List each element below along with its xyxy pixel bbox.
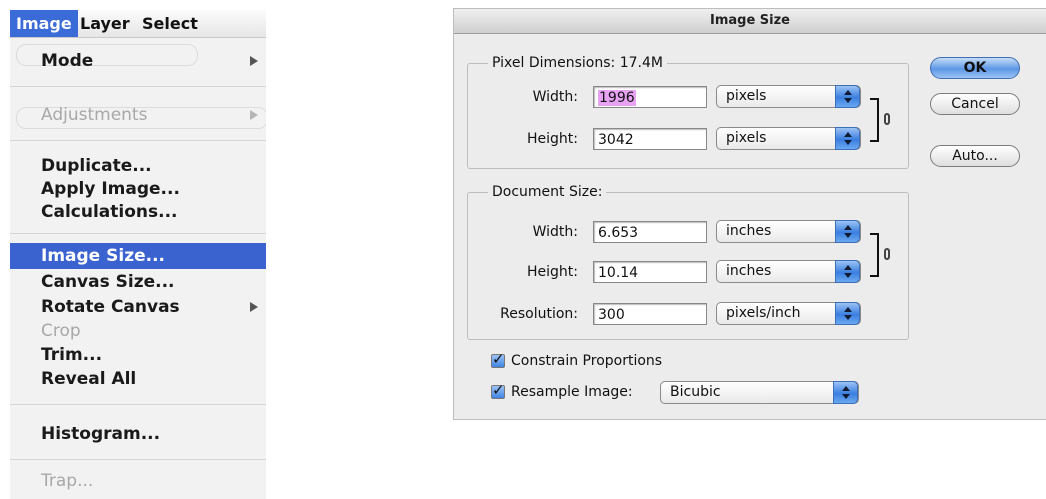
pixel-dimensions-label: Pixel Dimensions:: [492, 55, 616, 71]
menu-item-label: Histogram...: [41, 424, 161, 444]
pixel-height-unit-select[interactable]: pixels: [716, 127, 861, 150]
pixel-height-unit: pixels: [726, 130, 767, 146]
resolution-value: 300: [598, 307, 625, 323]
popup-arrows-icon: [833, 381, 858, 404]
constrain-proportions-checkbox[interactable]: [491, 350, 505, 368]
menu-item-label: Image Size...: [41, 246, 165, 266]
menu-separator: [10, 404, 266, 405]
menubar-item-layer[interactable]: Layer: [74, 10, 136, 37]
menu-bar: Image Layer Select: [10, 10, 266, 38]
menubar-item-select[interactable]: Select: [136, 10, 204, 37]
resample-method-select[interactable]: Bicubic: [660, 381, 859, 404]
resolution-unit: pixels/inch: [726, 305, 801, 321]
constrain-bracket-icon: [870, 98, 879, 142]
menu-item-label: Adjustments: [41, 105, 148, 125]
auto-button[interactable]: Auto...: [930, 145, 1020, 167]
doc-height-unit-select[interactable]: inches: [716, 260, 861, 283]
link-chain-icon: [884, 248, 890, 260]
pixel-height-label: Height:: [527, 131, 578, 147]
image-menu-panel: Image Layer Select Mode Adjustments Dupl…: [10, 10, 266, 499]
constrain-proportions-label[interactable]: Constrain Proportions: [511, 352, 662, 370]
menu-item-trim[interactable]: Trim...: [10, 342, 266, 368]
resolution-unit-select[interactable]: pixels/inch: [716, 302, 861, 325]
pixel-dimensions-group: [467, 63, 909, 169]
menu-item-label: Calculations...: [41, 202, 178, 222]
menu-separator: [10, 140, 266, 141]
menu-separator: [10, 459, 266, 460]
menu-item-label: Trim...: [41, 345, 103, 365]
menu-item-adjustments: Adjustments: [10, 102, 266, 128]
doc-width-label: Width:: [532, 224, 578, 240]
menu-item-label: Crop: [41, 321, 81, 341]
pixel-width-unit: pixels: [726, 88, 767, 104]
doc-height-label: Height:: [527, 264, 578, 280]
constrain-bracket-icon: [870, 233, 879, 277]
menu-separator: [10, 233, 266, 234]
popup-arrows-icon: [835, 220, 860, 243]
resample-method-value: Bicubic: [670, 384, 721, 400]
resolution-field[interactable]: 300: [593, 303, 707, 325]
document-size-title: Document Size:: [488, 183, 607, 201]
menu-item-rotate-canvas[interactable]: Rotate Canvas: [10, 294, 266, 320]
menu-item-mode[interactable]: Mode: [10, 48, 266, 74]
menu-item-canvas-size[interactable]: Canvas Size...: [10, 269, 266, 295]
resample-image-checkbox[interactable]: [491, 381, 505, 399]
dialog-title: Image Size: [454, 9, 1046, 34]
submenu-arrow-icon: [250, 110, 258, 120]
doc-height-value: 10.14: [598, 265, 639, 281]
menubar-item-image[interactable]: Image: [10, 10, 78, 37]
pixel-width-value: 1996: [598, 90, 636, 106]
doc-width-unit-select[interactable]: inches: [716, 220, 861, 243]
pixel-height-value: 3042: [598, 132, 634, 148]
menu-item-label: Reveal All: [41, 369, 137, 389]
resolution-label: Resolution:: [500, 306, 578, 322]
menu-item-label: Canvas Size...: [41, 272, 175, 292]
popup-arrows-icon: [835, 85, 860, 108]
pixel-dimensions-title: Pixel Dimensions: 17.4M: [488, 54, 667, 72]
pixel-width-unit-select[interactable]: pixels: [716, 85, 861, 108]
doc-height-unit: inches: [726, 263, 772, 279]
menu-item-calculations[interactable]: Calculations...: [10, 199, 266, 225]
submenu-arrow-icon: [250, 302, 258, 312]
menu-separator: [10, 86, 266, 87]
menu-item-crop: Crop: [10, 318, 266, 344]
resample-image-label[interactable]: Resample Image:: [511, 383, 633, 401]
pixel-dimensions-size: 17.4M: [619, 55, 663, 71]
pixel-width-label: Width:: [532, 89, 578, 105]
popup-arrows-icon: [835, 260, 860, 283]
menu-item-image-size[interactable]: Image Size...: [10, 243, 266, 269]
popup-arrows-icon: [835, 127, 860, 150]
image-size-dialog: Image Size Pixel Dimensions: 17.4M Width…: [453, 8, 1046, 420]
menu-item-label: Mode: [41, 51, 94, 71]
cancel-button[interactable]: Cancel: [930, 93, 1020, 115]
popup-arrows-icon: [835, 302, 860, 325]
pixel-height-field[interactable]: 3042: [593, 128, 707, 150]
link-chain-icon: [884, 113, 890, 125]
menu-item-label: Rotate Canvas: [41, 297, 180, 317]
menu-item-histogram[interactable]: Histogram...: [10, 421, 266, 447]
menu-item-label: Trap...: [41, 471, 94, 491]
ok-button[interactable]: OK: [930, 57, 1020, 79]
menu-item-trap: Trap...: [10, 468, 266, 494]
doc-width-unit: inches: [726, 223, 772, 239]
menu-item-reveal-all[interactable]: Reveal All: [10, 366, 266, 392]
doc-width-field[interactable]: 6.653: [593, 221, 707, 243]
submenu-arrow-icon: [250, 56, 258, 66]
pixel-width-field[interactable]: 1996: [593, 86, 707, 108]
doc-width-value: 6.653: [598, 225, 639, 241]
doc-height-field[interactable]: 10.14: [593, 261, 707, 283]
